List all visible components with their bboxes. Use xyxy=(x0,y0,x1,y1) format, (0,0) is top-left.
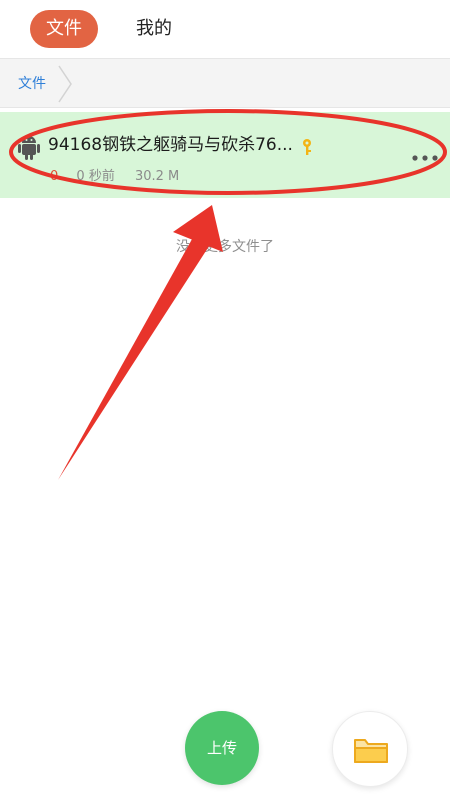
breadcrumb-item-files[interactable]: 文件 xyxy=(18,59,46,109)
download-count: 0 xyxy=(50,169,59,184)
tab-files[interactable]: 文件 xyxy=(30,10,98,48)
file-size: 30.2 M xyxy=(134,169,180,184)
breadcrumb-chevron-icon xyxy=(58,65,72,103)
top-tab-bar: 文件 我的 xyxy=(0,0,450,56)
file-list-item[interactable]: 94168钢铁之躯骑马与砍杀76... 0 0 秒前 30.2 M xyxy=(0,112,450,198)
file-meta: 0 0 秒前 30.2 M xyxy=(50,168,179,186)
tab-mine[interactable]: 我的 xyxy=(124,10,184,48)
app-screen: 文件 我的 文件 94168钢铁之躯骑马与砍杀76... 0 0 秒前 30.2… xyxy=(0,0,450,800)
breadcrumb: 文件 xyxy=(0,58,450,108)
more-icon[interactable] xyxy=(410,148,440,168)
upload-button[interactable]: 上传 xyxy=(185,711,259,785)
key-icon xyxy=(303,139,311,155)
no-more-files-message: 没有更多文件了 xyxy=(176,239,274,255)
file-name: 94168钢铁之躯骑马与砍杀76... xyxy=(48,135,293,155)
upload-time: 0 秒前 xyxy=(76,169,115,184)
folder-button[interactable] xyxy=(332,711,408,787)
folder-icon xyxy=(354,739,388,763)
android-icon xyxy=(18,136,40,160)
